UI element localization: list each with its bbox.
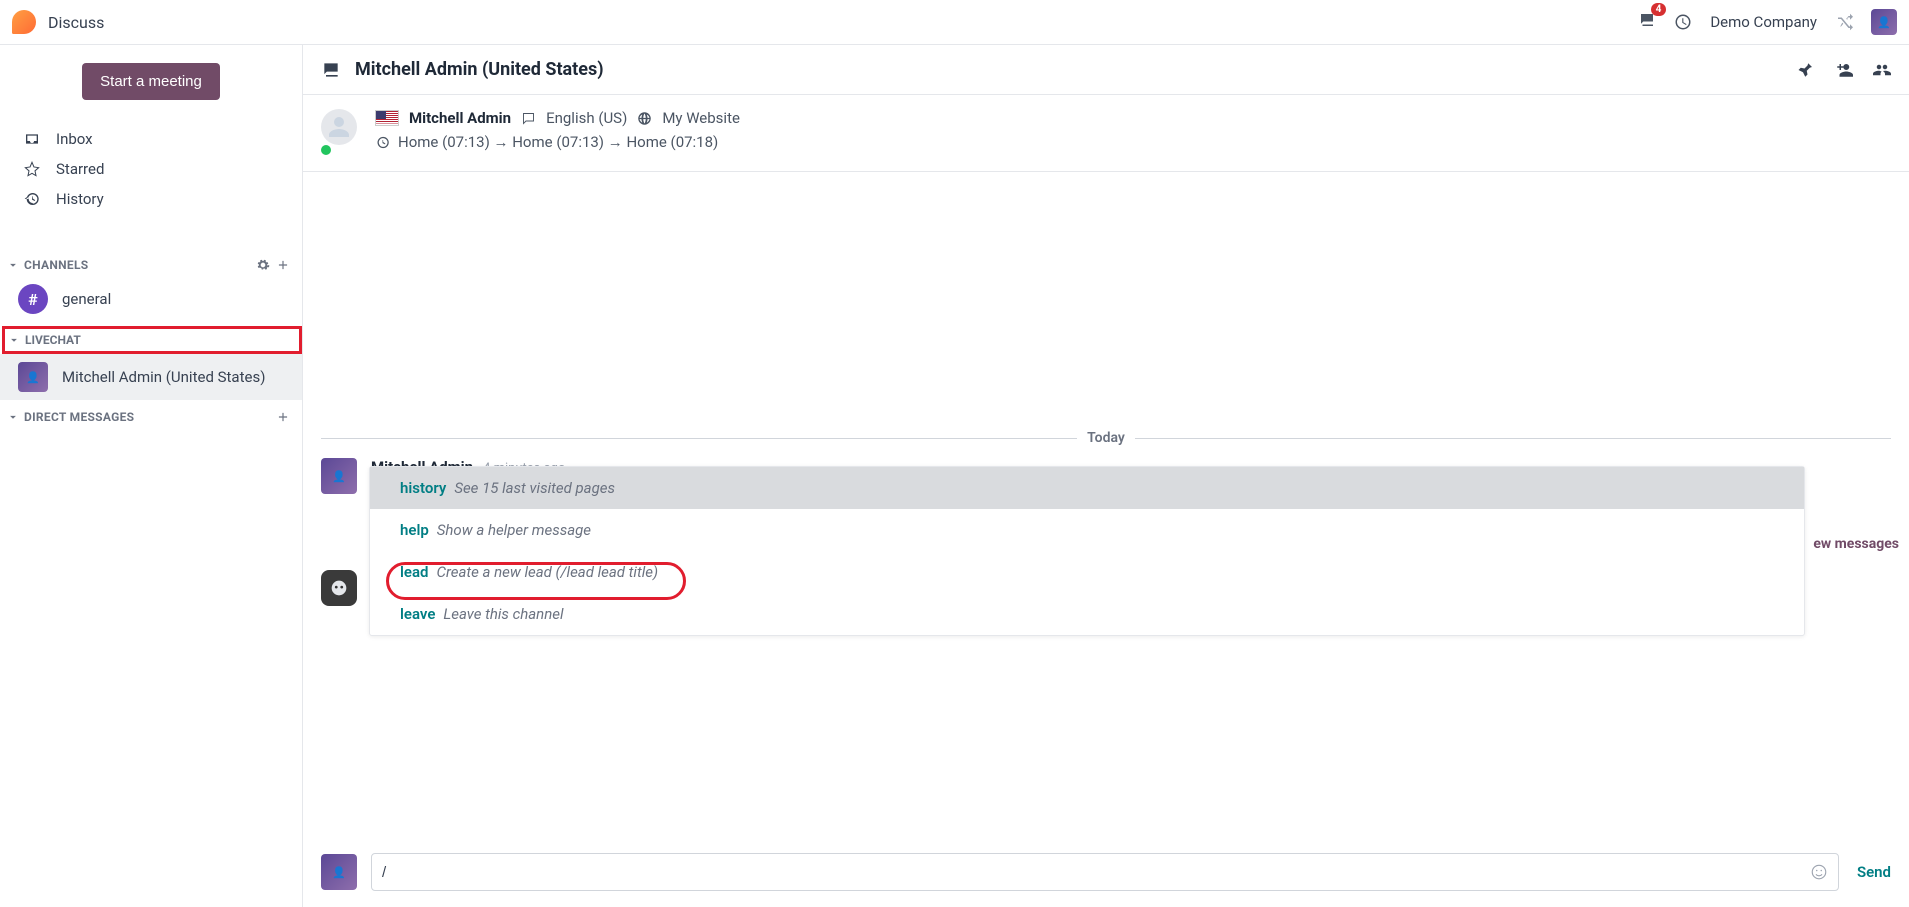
start-meeting-button[interactable]: Start a meeting [82, 63, 220, 100]
sidebar-item-inbox[interactable]: Inbox [0, 124, 302, 154]
gear-icon[interactable] [256, 258, 270, 272]
command-option-leave[interactable]: leave Leave this channel [370, 593, 1804, 635]
globe-icon [637, 111, 652, 126]
dm-header[interactable]: DIRECT MESSAGES [0, 400, 302, 430]
visitor-avatar [321, 109, 357, 145]
message-composer[interactable] [371, 853, 1839, 891]
company-name[interactable]: Demo Company [1710, 13, 1817, 31]
avatar-icon: 👤 [18, 362, 48, 392]
plus-icon[interactable] [276, 410, 290, 424]
messages-indicator[interactable]: 4 [1638, 11, 1656, 33]
date-label: Today [1087, 430, 1125, 446]
visitor-lang: English (US) [546, 109, 627, 127]
chat-title: Mitchell Admin (United States) [355, 59, 604, 80]
plus-icon[interactable] [276, 258, 290, 272]
clock-icon[interactable] [1674, 13, 1692, 31]
pin-icon[interactable] [1797, 61, 1815, 79]
send-button[interactable]: Send [1857, 863, 1891, 881]
history-icon [24, 191, 40, 207]
livechat-item[interactable]: 👤 Mitchell Admin (United States) [0, 354, 302, 400]
visitor-history: Home (07:13) → Home (07:13) → Home (07:1… [398, 133, 718, 151]
messages-badge: 4 [1651, 3, 1667, 16]
chat-body: Today 👤 Mitchell Admin4 minutes ago ew m… [303, 172, 1909, 907]
channel-general[interactable]: # general [0, 278, 302, 320]
command-popup: history See 15 last visited pages help S… [369, 466, 1805, 636]
section-title: CHANNELS [24, 258, 250, 272]
members-icon[interactable] [1873, 61, 1891, 79]
sidebar-item-history[interactable]: History [0, 184, 302, 214]
add-user-icon[interactable] [1835, 61, 1853, 79]
sidebar-item-label: Starred [56, 160, 104, 178]
new-messages-label[interactable]: ew messages [1813, 536, 1899, 552]
chevron-down-icon [6, 410, 20, 424]
sidebar-item-label: Inbox [56, 130, 93, 148]
flag-us-icon [375, 110, 399, 126]
avatar-icon: 👤 [321, 854, 357, 890]
history-icon [375, 135, 390, 150]
chat-header: Mitchell Admin (United States) [303, 45, 1909, 95]
sidebar-item-label: History [56, 190, 104, 208]
avatar-icon: 👤 [321, 458, 357, 494]
topbar: Discuss 4 Demo Company 👤 [0, 0, 1909, 45]
livechat-item-label: Mitchell Admin (United States) [62, 368, 265, 386]
sidebar: Start a meeting Inbox Starred History CH… [0, 45, 303, 907]
app-title: Discuss [48, 13, 104, 32]
visitor-name: Mitchell Admin [409, 109, 511, 127]
inbox-icon [24, 131, 40, 147]
main-content: Mitchell Admin (United States) Mitchell … [303, 45, 1909, 907]
visitor-info: Mitchell Admin English (US) My Website H… [303, 95, 1909, 172]
emoji-icon[interactable] [1810, 863, 1828, 881]
section-title: DIRECT MESSAGES [24, 410, 270, 424]
date-separator: Today [321, 430, 1891, 446]
topbar-right: 4 Demo Company 👤 [1638, 9, 1897, 35]
composer-row: 👤 Send [321, 853, 1891, 891]
chat-icon [321, 60, 341, 80]
user-avatar[interactable]: 👤 [1871, 9, 1897, 35]
visitor-site: My Website [662, 109, 740, 127]
hash-icon: # [18, 284, 48, 314]
speech-icon [521, 111, 536, 126]
message-input[interactable] [382, 864, 1810, 881]
message-row [321, 570, 357, 606]
command-option-help[interactable]: help Show a helper message [370, 509, 1804, 551]
command-option-lead[interactable]: lead Create a new lead (/lead lead title… [370, 551, 1804, 593]
channels-header[interactable]: CHANNELS [0, 248, 302, 278]
shuffle-icon[interactable] [1835, 13, 1853, 31]
channel-label: general [62, 290, 111, 308]
section-title: LIVECHAT [25, 333, 81, 347]
star-icon [24, 161, 40, 177]
presence-dot [319, 143, 333, 157]
app-logo [12, 10, 36, 34]
sidebar-item-starred[interactable]: Starred [0, 154, 302, 184]
chevron-down-icon [6, 258, 20, 272]
chevron-down-icon [7, 333, 21, 347]
command-option-history[interactable]: history See 15 last visited pages [370, 467, 1804, 509]
bot-avatar-icon [321, 570, 357, 606]
livechat-header[interactable]: LIVECHAT [2, 326, 302, 354]
